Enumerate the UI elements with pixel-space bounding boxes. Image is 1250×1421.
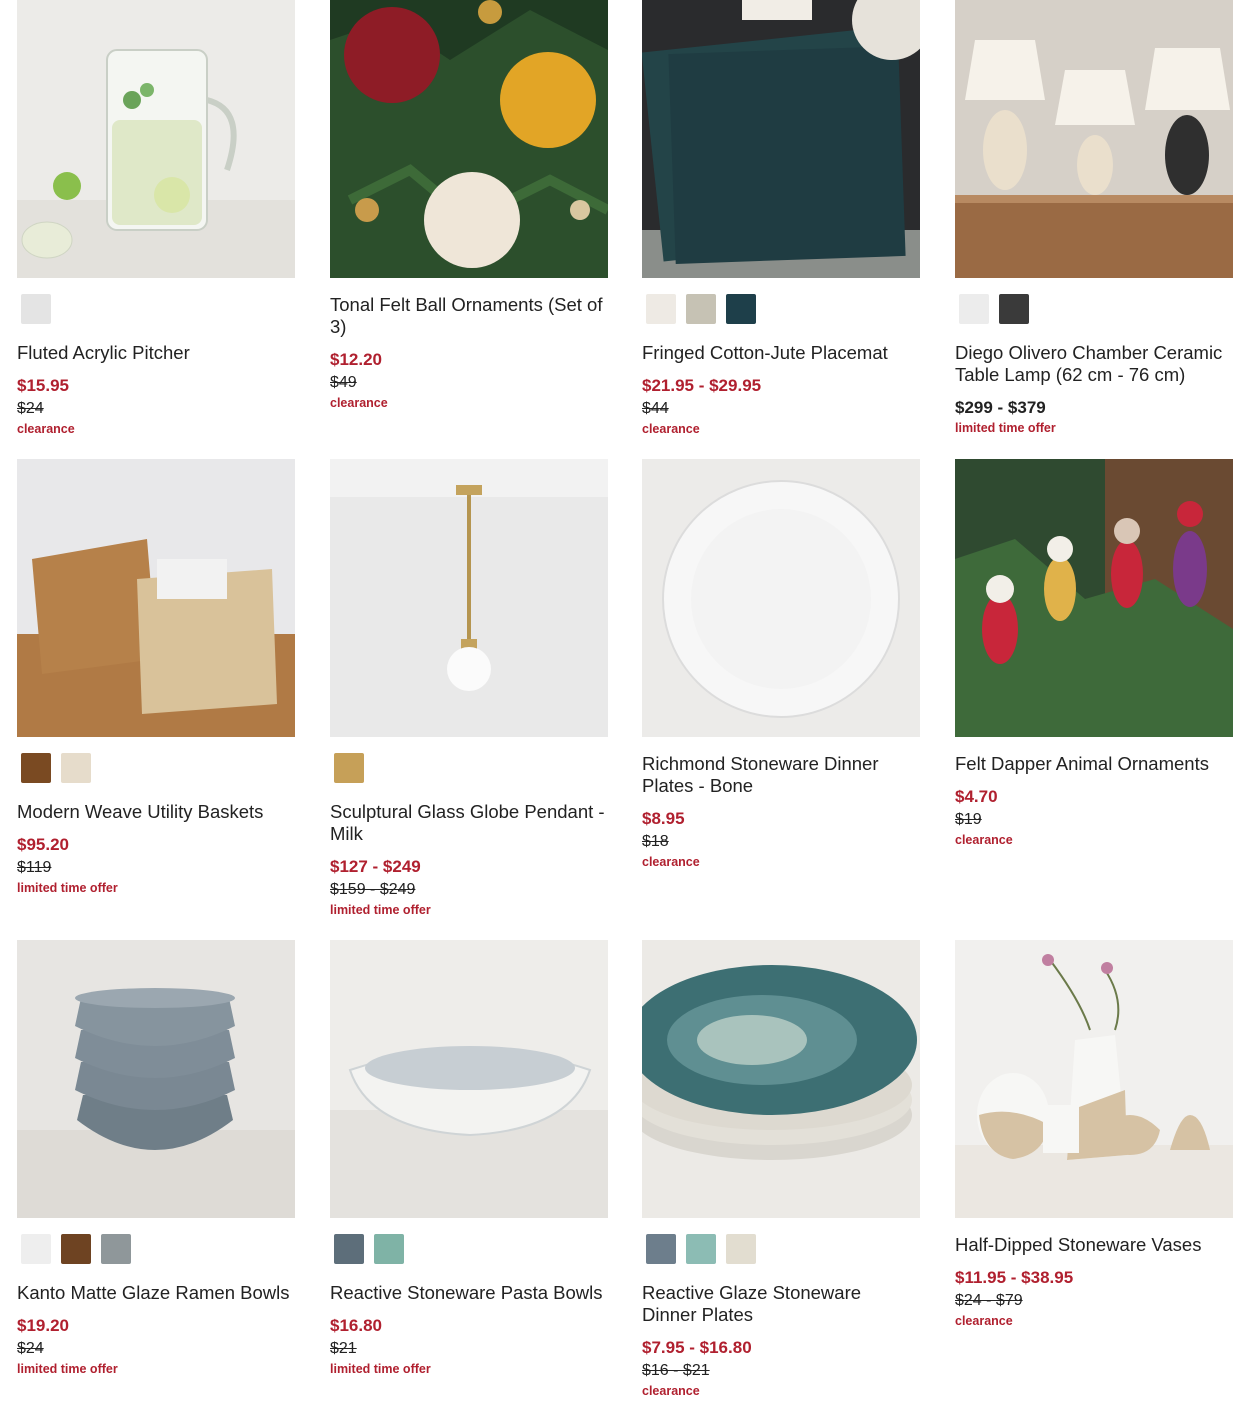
sale-price: $7.95 - $16.80	[642, 1338, 752, 1357]
sale-price: $127 - $249	[330, 857, 421, 876]
product-image-baskets[interactable]	[17, 459, 295, 737]
product-image-lamp[interactable]	[955, 0, 1233, 278]
price-badge: limited time offer	[17, 881, 118, 895]
price-badge: limited time offer	[330, 903, 431, 917]
regular-price: $18	[642, 833, 669, 850]
color-swatch[interactable]	[374, 1234, 404, 1264]
color-swatch[interactable]	[334, 1234, 364, 1264]
regular-price: $119	[17, 859, 52, 876]
product-card[interactable]: Fringed Cotton-Jute Placemat $21.95 - $2…	[642, 0, 920, 437]
price-badge: clearance	[642, 422, 700, 436]
product-card[interactable]: Reactive Glaze Stoneware Dinner Plates $…	[642, 940, 920, 1399]
product-image-pitcher[interactable]	[17, 0, 295, 278]
sale-price: $95.20	[17, 835, 69, 854]
product-image-ornaments[interactable]	[330, 0, 608, 278]
regular-price: $49	[330, 374, 357, 391]
color-swatches	[642, 1234, 920, 1264]
product-image-placemat[interactable]	[642, 0, 920, 278]
product-title[interactable]: Diego Olivero Chamber Ceramic Table Lamp…	[955, 342, 1233, 386]
color-swatches	[642, 294, 920, 324]
sale-price: $8.95	[642, 809, 685, 828]
price-badge: clearance	[955, 1314, 1013, 1328]
regular-price: $24 - $79	[955, 1292, 1023, 1309]
color-swatches	[955, 294, 1233, 324]
color-swatch[interactable]	[61, 753, 91, 783]
price-badge: clearance	[955, 833, 1013, 847]
product-title[interactable]: Reactive Stoneware Pasta Bowls	[330, 1282, 608, 1304]
color-swatch[interactable]	[334, 753, 364, 783]
product-title[interactable]: Sculptural Glass Globe Pendant - Milk	[330, 801, 608, 845]
sale-price: $4.70	[955, 787, 998, 806]
product-card[interactable]: Richmond Stoneware Dinner Plates - Bone …	[642, 459, 920, 870]
color-swatch[interactable]	[21, 1234, 51, 1264]
product-image-pendant[interactable]	[330, 459, 608, 737]
price-badge: clearance	[642, 855, 700, 869]
product-title[interactable]: Half-Dipped Stoneware Vases	[955, 1234, 1233, 1256]
sale-price: $21.95 - $29.95	[642, 376, 762, 395]
color-swatch[interactable]	[101, 1234, 131, 1264]
sale-price: $12.20	[330, 350, 382, 369]
product-card[interactable]: Felt Dapper Animal Ornaments $4.70 $19 c…	[955, 459, 1233, 848]
color-swatches	[17, 1234, 295, 1264]
color-swatch[interactable]	[21, 294, 51, 324]
product-title[interactable]: Fluted Acrylic Pitcher	[17, 342, 295, 364]
product-image-ramen-bowls[interactable]	[17, 940, 295, 1218]
regular-price: $24	[17, 1340, 44, 1357]
price-badge: clearance	[17, 422, 75, 436]
product-image-pasta-bowls[interactable]	[330, 940, 608, 1218]
regular-price: $16 - $21	[642, 1362, 710, 1379]
color-swatches	[17, 294, 295, 324]
price-badge: clearance	[642, 1384, 700, 1398]
color-swatch[interactable]	[686, 1234, 716, 1264]
product-card[interactable]: Tonal Felt Ball Ornaments (Set of 3) $12…	[330, 0, 608, 411]
price-badge: clearance	[330, 396, 388, 410]
color-swatches	[17, 753, 295, 783]
product-title[interactable]: Reactive Glaze Stoneware Dinner Plates	[642, 1282, 920, 1326]
color-swatch[interactable]	[999, 294, 1029, 324]
color-swatch[interactable]	[21, 753, 51, 783]
product-card[interactable]: Modern Weave Utility Baskets $95.20 $119…	[17, 459, 295, 896]
regular-price: $19	[955, 811, 982, 828]
product-card[interactable]: Half-Dipped Stoneware Vases $11.95 - $38…	[955, 940, 1233, 1329]
price: $299 - $379	[955, 398, 1046, 417]
price-badge: limited time offer	[330, 1362, 431, 1376]
sale-price: $16.80	[330, 1316, 382, 1335]
product-image-vases[interactable]	[955, 940, 1233, 1218]
regular-price: $24	[17, 400, 44, 417]
sale-price: $15.95	[17, 376, 69, 395]
price-badge: limited time offer	[17, 1362, 118, 1376]
product-image-glaze-plates[interactable]	[642, 940, 920, 1218]
color-swatch[interactable]	[646, 1234, 676, 1264]
product-image-animal-ornaments[interactable]	[955, 459, 1233, 737]
regular-price: $159 - $249	[330, 881, 416, 898]
product-title[interactable]: Tonal Felt Ball Ornaments (Set of 3)	[330, 294, 608, 338]
color-swatch[interactable]	[959, 294, 989, 324]
product-card[interactable]: Kanto Matte Glaze Ramen Bowls $19.20 $24…	[17, 940, 295, 1377]
product-image-dinner-plate[interactable]	[642, 459, 920, 737]
color-swatch[interactable]	[61, 1234, 91, 1264]
sale-price: $19.20	[17, 1316, 69, 1335]
regular-price: $21	[330, 1340, 357, 1357]
color-swatches	[330, 753, 608, 783]
product-card[interactable]: Sculptural Glass Globe Pendant - Milk $1…	[330, 459, 608, 918]
product-title[interactable]: Kanto Matte Glaze Ramen Bowls	[17, 1282, 295, 1304]
regular-price: $44	[642, 400, 669, 417]
product-grid: Fluted Acrylic Pitcher $15.95 $24 cleara…	[0, 0, 1250, 1421]
product-card[interactable]: Reactive Stoneware Pasta Bowls $16.80 $2…	[330, 940, 608, 1377]
product-card[interactable]: Diego Olivero Chamber Ceramic Table Lamp…	[955, 0, 1233, 436]
product-title[interactable]: Modern Weave Utility Baskets	[17, 801, 295, 823]
product-title[interactable]: Richmond Stoneware Dinner Plates - Bone	[642, 753, 920, 797]
product-title[interactable]: Felt Dapper Animal Ornaments	[955, 753, 1233, 775]
price-badge: limited time offer	[955, 421, 1056, 435]
sale-price: $11.95 - $38.95	[955, 1268, 1074, 1287]
color-swatch[interactable]	[646, 294, 676, 324]
product-title[interactable]: Fringed Cotton-Jute Placemat	[642, 342, 920, 364]
color-swatch[interactable]	[686, 294, 716, 324]
product-card[interactable]: Fluted Acrylic Pitcher $15.95 $24 cleara…	[17, 0, 295, 437]
color-swatch[interactable]	[726, 294, 756, 324]
color-swatches	[330, 1234, 608, 1264]
color-swatch[interactable]	[726, 1234, 756, 1264]
